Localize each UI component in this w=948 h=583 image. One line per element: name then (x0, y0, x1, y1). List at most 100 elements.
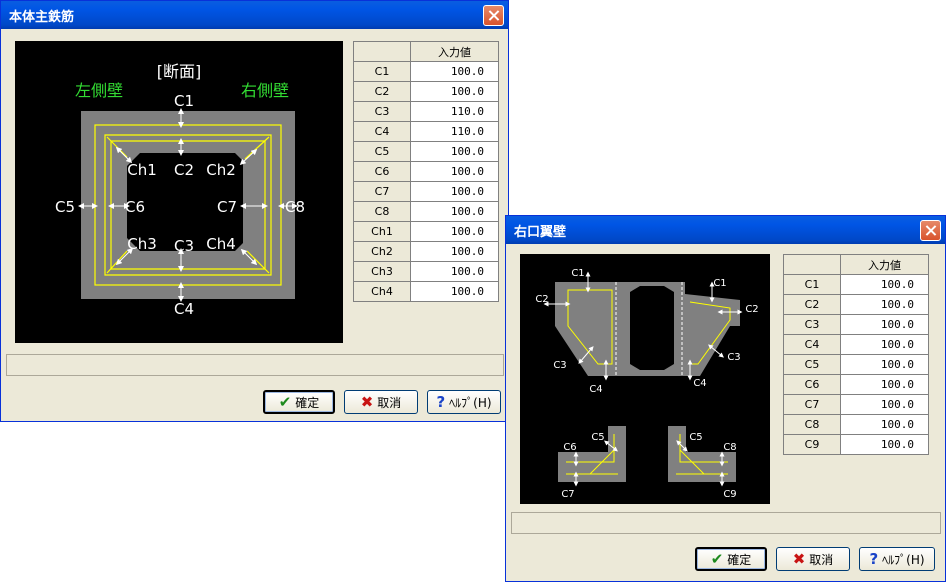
table-row: C7 100.0 (353, 181, 499, 202)
wing-ok-button[interactable]: ✔ 確定 (695, 547, 767, 571)
row-label: C3 (783, 314, 841, 335)
dim-label-c5: C5 (55, 198, 75, 216)
wing-label-c1-left: C1 (571, 268, 584, 279)
input-value-cell[interactable]: 100.0 (840, 414, 929, 435)
wing-input-value-header: 入力値 (840, 254, 929, 275)
main-status-bar (6, 354, 504, 376)
checkmark-icon: ✔ (278, 392, 292, 411)
table-row: Ch1 100.0 (353, 221, 499, 242)
input-value-cell[interactable]: 100.0 (410, 221, 499, 242)
box-culvert-shape (81, 111, 295, 299)
table-row: C8 100.0 (353, 201, 499, 222)
wing-title-bar[interactable]: 右口翼壁 (506, 216, 945, 244)
row-label: C8 (783, 414, 841, 435)
wing-cancel-button[interactable]: ✖ 取消 (776, 547, 850, 571)
row-label: C1 (353, 61, 411, 82)
table-row: C2 100.0 (353, 81, 499, 102)
checkmark-icon: ✔ (710, 549, 724, 568)
input-value-cell[interactable]: 100.0 (410, 261, 499, 282)
main-window-title: 本体主鉄筋 (9, 9, 75, 25)
wing-close-button[interactable] (920, 219, 941, 241)
input-value-header: 入力値 (410, 41, 499, 62)
input-value-cell[interactable]: 100.0 (840, 274, 929, 295)
input-value-cell[interactable]: 110.0 (410, 121, 499, 142)
input-value-cell[interactable]: 100.0 (840, 394, 929, 415)
main-close-button[interactable] (483, 4, 504, 26)
row-label: Ch2 (353, 241, 411, 262)
table-row: C4 110.0 (353, 121, 499, 142)
main-help-button[interactable]: ? ﾍﾙﾌﾟ(H) (427, 390, 501, 414)
row-label: C1 (783, 274, 841, 295)
left-wall-label: 左側壁 (75, 81, 123, 100)
table-row: C6 100.0 (353, 161, 499, 182)
wing-help-label: ﾍﾙﾌﾟ(H) (882, 552, 925, 567)
row-label: C9 (783, 434, 841, 455)
question-icon: ? (436, 392, 446, 411)
input-value-cell[interactable]: 100.0 (840, 294, 929, 315)
table-row: C6 100.0 (783, 374, 929, 395)
main-ok-button[interactable]: ✔ 確定 (263, 390, 335, 414)
main-title-bar[interactable]: 本体主鉄筋 (1, 1, 508, 29)
wing-label-c1-right: C1 (713, 278, 726, 289)
dim-label-c7: C7 (217, 198, 237, 216)
row-label: C5 (783, 354, 841, 375)
row-label: Ch3 (353, 261, 411, 282)
input-value-cell[interactable]: 100.0 (840, 354, 929, 375)
row-label: Ch4 (353, 281, 411, 302)
table-row: Ch4 100.0 (353, 281, 499, 302)
table-row: Ch3 100.0 (353, 261, 499, 282)
question-icon: ? (869, 549, 879, 568)
wing-label-c4-left: C4 (589, 384, 602, 395)
input-value-cell[interactable]: 100.0 (840, 314, 929, 335)
input-value-cell[interactable]: 100.0 (840, 434, 929, 455)
input-value-cell[interactable]: 100.0 (410, 241, 499, 262)
table-row: C5 100.0 (353, 141, 499, 162)
wing-label-c4-right: C4 (693, 378, 706, 389)
dim-label-c2: C2 (174, 161, 194, 179)
wing-diagram-svg: C1 C1 C2 C2 C3 C3 C4 C4 C5 C5 C6 C7 C8 C… (535, 268, 758, 500)
table-corner (353, 41, 411, 62)
input-value-cell[interactable]: 100.0 (410, 61, 499, 82)
dim-label-c4: C4 (174, 300, 194, 318)
row-label: C7 (353, 181, 411, 202)
row-label: C8 (353, 201, 411, 222)
wing-diagram: C1 C1 C2 C2 C3 C3 C4 C4 C5 C5 C6 C7 C8 C… (520, 254, 770, 504)
wing-label-c2-left: C2 (535, 294, 548, 305)
wing-label-c5-left: C5 (591, 432, 604, 443)
main-section-diagram: [断面] 左側壁 右側壁 C1 C2 C3 C4 C5 C6 C7 C8 Ch1… (15, 41, 343, 343)
input-value-cell[interactable]: 100.0 (410, 161, 499, 182)
table-row: C9 100.0 (783, 434, 929, 455)
table-row: C2 100.0 (783, 294, 929, 315)
main-help-label: ﾍﾙﾌﾟ(H) (449, 395, 492, 410)
dim-label-c3: C3 (174, 237, 194, 255)
input-value-cell[interactable]: 100.0 (410, 181, 499, 202)
cross-icon: ✖ (360, 392, 374, 411)
dim-label-c1: C1 (174, 92, 194, 110)
dim-label-ch3: Ch3 (127, 235, 157, 253)
wing-label-c9: C9 (723, 489, 736, 500)
main-cancel-button[interactable]: ✖ 取消 (344, 390, 418, 414)
input-value-cell[interactable]: 100.0 (410, 201, 499, 222)
input-value-cell[interactable]: 100.0 (840, 374, 929, 395)
input-value-cell[interactable]: 110.0 (410, 101, 499, 122)
row-label: C3 (353, 101, 411, 122)
wing-label-c8: C8 (723, 442, 736, 453)
dim-label-ch4: Ch4 (206, 235, 236, 253)
wing-table-corner (783, 254, 841, 275)
row-label: C6 (353, 161, 411, 182)
table-row: C1 100.0 (783, 274, 929, 295)
wing-ok-label: 確定 (727, 552, 752, 567)
wing-help-button[interactable]: ? ﾍﾙﾌﾟ(H) (859, 547, 935, 571)
cross-icon: ✖ (792, 549, 806, 568)
main-cancel-label: 取消 (377, 395, 402, 410)
row-label: C4 (353, 121, 411, 142)
input-value-cell[interactable]: 100.0 (410, 141, 499, 162)
row-label: C2 (783, 294, 841, 315)
input-value-cell[interactable]: 100.0 (410, 281, 499, 302)
input-value-cell[interactable]: 100.0 (840, 334, 929, 355)
wing-status-bar (511, 512, 941, 534)
input-value-cell[interactable]: 100.0 (410, 81, 499, 102)
dim-label-ch1: Ch1 (127, 161, 157, 179)
table-row: C8 100.0 (783, 414, 929, 435)
wing-window-title: 右口翼壁 (514, 224, 567, 240)
